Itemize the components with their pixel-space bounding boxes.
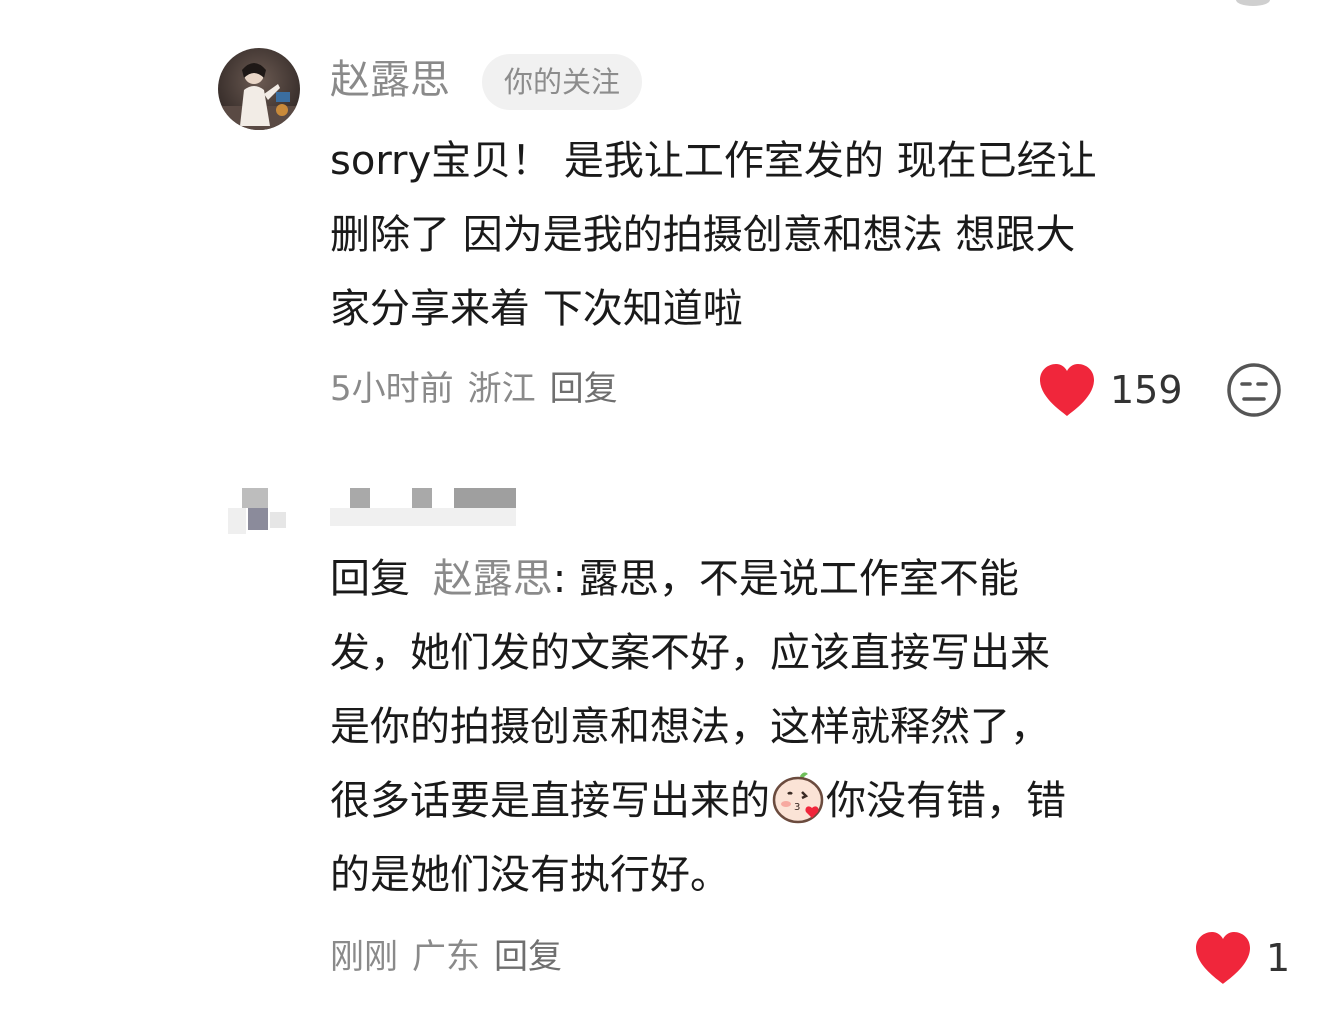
like-count: 1: [1266, 936, 1291, 980]
comment-location: 浙江: [467, 369, 536, 409]
comment-item: 赵露思 你的关注 sorry宝贝！ 是我让工作室发的 现在已经让 删除了 因为是…: [0, 0, 1320, 440]
reply-button[interactable]: 回复: [550, 369, 618, 409]
pixelated-block: [454, 488, 516, 508]
comment-item: 回复 赵露思: 露思，不是说工作室不能 发，她们发的文案不好，应该直接写出来 是…: [0, 440, 1320, 1015]
comment-line-text: 很多话要是直接写出来的: [330, 778, 770, 824]
svg-text:3: 3: [794, 802, 800, 813]
comment-time: 刚刚: [330, 937, 398, 977]
comment-meta: 5小时前 浙江 回复: [330, 372, 632, 406]
pixelated-block: [242, 488, 268, 508]
kiss-face-emoji: 3: [770, 768, 826, 824]
pixelated-block: [330, 508, 516, 526]
comment-time: 5小时前: [330, 369, 454, 409]
comment-line: 回复 赵露思: 露思，不是说工作室不能: [330, 542, 1270, 616]
comment-line: 发，她们发的文案不好，应该直接写出来: [330, 630, 1050, 676]
comment-line: 是你的拍摄创意和想法，这样就释然了，: [330, 704, 1050, 750]
heart-icon: [1040, 364, 1094, 416]
avatar[interactable]: [218, 48, 300, 130]
comment-line: 家分享来着 下次知道啦: [330, 286, 743, 332]
author-name[interactable]: 赵露思: [330, 60, 450, 100]
avatar[interactable]: [218, 470, 300, 552]
pixelated-block: [248, 508, 268, 530]
pixelated-block: [412, 488, 432, 508]
comment-text: sorry宝贝！ 是我让工作室发的 现在已经让 删除了 因为是我的拍摄创意和想法…: [330, 124, 1270, 346]
pixelated-block: [270, 512, 286, 528]
comment-meta: 刚刚 广东 回复: [330, 940, 576, 974]
comment-line-text: : 露思，不是说工作室不能: [552, 556, 1019, 602]
neutral-face-icon: [1227, 363, 1281, 417]
reply-button[interactable]: 回复: [494, 937, 562, 977]
comment-text: 回复 赵露思: 露思，不是说工作室不能 发，她们发的文案不好，应该直接写出来 是…: [330, 542, 1270, 912]
reply-prefix: 回复: [330, 556, 410, 602]
comment-line: 删除了 因为是我的拍摄创意和想法 想跟大: [330, 212, 1076, 258]
comment-line-text: 你没有错，错: [826, 778, 1066, 824]
comment-line: sorry宝贝！ 是我让工作室发的 现在已经让: [330, 138, 1097, 184]
comment-line: 很多话要是直接写出来的 3 你没有错，错: [330, 764, 1270, 838]
author-name: [330, 488, 530, 526]
comment-location: 广东: [412, 937, 480, 977]
dislike-button[interactable]: [1226, 362, 1282, 418]
like-button[interactable]: 1: [1192, 930, 1290, 986]
like-button[interactable]: 159: [1036, 362, 1183, 418]
pixelated-block: [228, 508, 246, 534]
comment-line: 的是她们没有执行好。: [330, 852, 730, 898]
mention-link[interactable]: 赵露思: [433, 556, 553, 602]
follow-badge: 你的关注: [482, 54, 643, 110]
like-count: 159: [1110, 368, 1183, 412]
heart-icon: [1196, 932, 1250, 984]
pixelated-block: [350, 488, 370, 508]
